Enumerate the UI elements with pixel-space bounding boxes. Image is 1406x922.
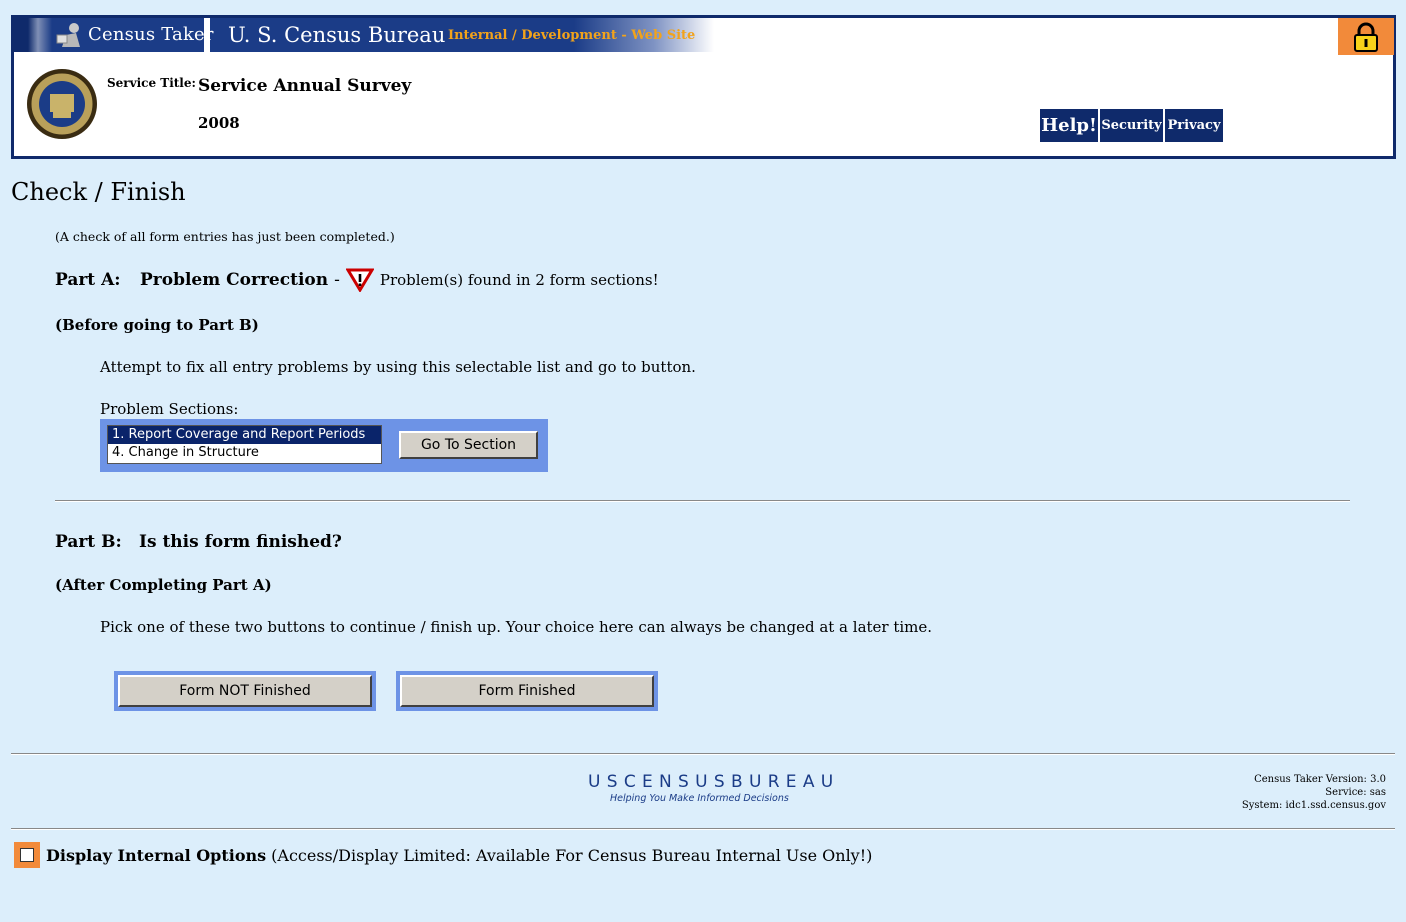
internal-options-note: (Access/Display Limited: Available For C…	[271, 845, 873, 865]
part-b-title: Is this form finished?	[139, 532, 342, 552]
problem-sections-list[interactable]: 1. Report Coverage and Report Periods 4.…	[107, 425, 382, 464]
banner: Census Taker U. S. Census Bureau Interna…	[14, 18, 714, 52]
go-to-section-button[interactable]: Go To Section	[399, 431, 538, 459]
part-a-subtitle: (Before going to Part B)	[55, 316, 259, 334]
form-finished-panel: Form Finished	[396, 671, 658, 711]
problem-sections-panel: 1. Report Coverage and Report Periods 4.…	[100, 419, 548, 472]
page-title: Check / Finish	[11, 178, 186, 206]
version-info: Census Taker Version: 3.0 Service: sas S…	[1242, 773, 1386, 812]
part-b-heading: Part B: Is this form finished?	[55, 532, 342, 552]
internal-options: Display Internal Options (Access/Display…	[14, 842, 872, 868]
header: Census Taker U. S. Census Bureau Interna…	[11, 15, 1396, 159]
service-line: Service: sas	[1325, 787, 1386, 798]
list-item[interactable]: 1. Report Coverage and Report Periods	[108, 426, 381, 444]
form-not-finished-panel: Form NOT Finished	[114, 671, 376, 711]
part-a-title: Problem Correction	[140, 270, 329, 290]
site-tag: Internal / Development - Web Site	[448, 28, 696, 43]
commerce-seal-icon	[27, 69, 97, 139]
header-buttons: Help! Security Privacy	[1040, 109, 1223, 142]
internal-options-checkbox[interactable]	[14, 842, 40, 868]
form-not-finished-button[interactable]: Form NOT Finished	[118, 675, 372, 707]
lock-icon	[1354, 22, 1378, 52]
census-taker-icon	[56, 23, 80, 47]
check-note: (A check of all form entries has just be…	[55, 229, 395, 244]
service-title: Service Annual Survey	[198, 76, 412, 96]
app-name: Census Taker	[88, 24, 214, 45]
divider	[55, 500, 1350, 502]
form-finished-button[interactable]: Form Finished	[400, 675, 654, 707]
part-b-label: Part B:	[55, 532, 122, 552]
lock-button[interactable]	[1338, 18, 1394, 55]
system-line: System: idc1.ssd.census.gov	[1241, 800, 1386, 811]
problem-sections-label: Problem Sections:	[100, 400, 239, 418]
part-a-separator: -	[334, 270, 340, 290]
part-b-instruction: Pick one of these two buttons to continu…	[100, 618, 933, 636]
logo-tagline: Helping You Make Informed Decisions	[610, 793, 789, 804]
version-line: Census Taker Version: 3.0	[1254, 774, 1386, 785]
part-a-heading: Part A: Problem Correction - Problem(s) …	[55, 268, 659, 292]
divider	[11, 828, 1395, 830]
census-bureau-logo[interactable]: USCENSUSBUREAU	[588, 772, 840, 792]
warning-icon	[345, 268, 374, 292]
part-b-subtitle: (After Completing Part A)	[55, 576, 272, 594]
service-year: 2008	[198, 114, 240, 132]
problem-message: Problem(s) found in 2 form sections!	[379, 271, 659, 289]
list-item[interactable]: 4. Change in Structure	[108, 444, 381, 462]
bureau-name: U. S. Census Bureau	[228, 23, 446, 47]
help-button[interactable]: Help!	[1040, 109, 1098, 142]
part-a-instruction: Attempt to fix all entry problems by usi…	[100, 358, 696, 376]
service-title-label: Service Title:	[107, 76, 196, 90]
internal-options-label[interactable]: Display Internal Options	[46, 846, 266, 865]
privacy-button[interactable]: Privacy	[1165, 109, 1223, 142]
security-button[interactable]: Security	[1100, 109, 1163, 142]
divider	[11, 753, 1395, 755]
part-a-label: Part A:	[55, 270, 121, 290]
